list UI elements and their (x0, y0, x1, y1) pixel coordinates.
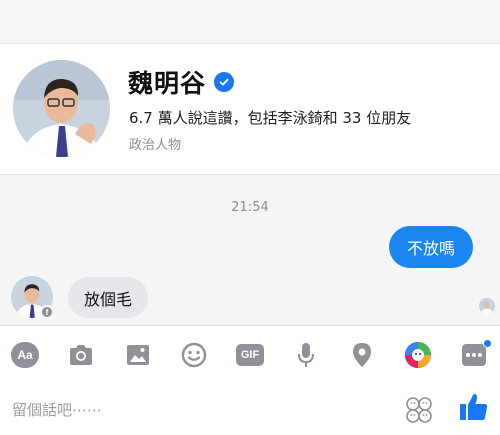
games-icon (405, 342, 431, 368)
camera-icon (70, 345, 92, 365)
send-like-button[interactable] (458, 391, 490, 423)
camera-button[interactable] (66, 340, 96, 370)
location-button[interactable] (347, 340, 377, 370)
profile-card[interactable]: 魏明谷 6.7 萬人說這讚，包括李泳錡和 33 位朋友 政治人物 (0, 44, 500, 175)
emoji-button[interactable] (179, 340, 209, 370)
sticker-button[interactable] (405, 396, 433, 424)
seen-indicator-avatar (479, 298, 495, 314)
profile-category: 政治人物 (129, 138, 182, 153)
message-input[interactable] (12, 397, 392, 423)
profile-avatar[interactable] (13, 60, 110, 157)
location-pin-icon (353, 343, 371, 367)
composer-input-row (0, 383, 500, 435)
notification-dot-icon (483, 339, 492, 348)
voice-message-button[interactable] (291, 340, 321, 370)
top-bar (0, 0, 500, 44)
facebook-badge-icon: f (40, 305, 54, 319)
profile-likes-text: 6.7 萬人說這讚，包括李泳錡和 33 位朋友 (129, 109, 412, 127)
gif-button[interactable]: GIF (235, 340, 265, 370)
profile-name-row: 魏明谷 (128, 64, 235, 100)
text-style-icon: Aa (11, 342, 39, 368)
microphone-icon (298, 343, 314, 367)
games-button[interactable] (403, 340, 433, 370)
gif-icon: GIF (236, 344, 264, 366)
composer-toolbar: Aa GIF (0, 325, 500, 383)
text-style-button[interactable]: Aa (10, 340, 40, 370)
photo-icon (127, 345, 149, 365)
thumbs-up-icon (460, 394, 488, 420)
message-bubble-outgoing[interactable]: 不放嗎 (388, 226, 473, 268)
sticker-icon (406, 397, 432, 423)
smiley-icon (181, 342, 207, 368)
message-bubble-incoming[interactable]: 放個毛 (68, 277, 149, 318)
photo-gallery-button[interactable] (123, 340, 153, 370)
profile-name: 魏明谷 (128, 69, 207, 98)
verified-badge-icon (214, 72, 235, 92)
message-timestamp: 21:54 (231, 200, 269, 215)
more-icon (462, 344, 486, 366)
